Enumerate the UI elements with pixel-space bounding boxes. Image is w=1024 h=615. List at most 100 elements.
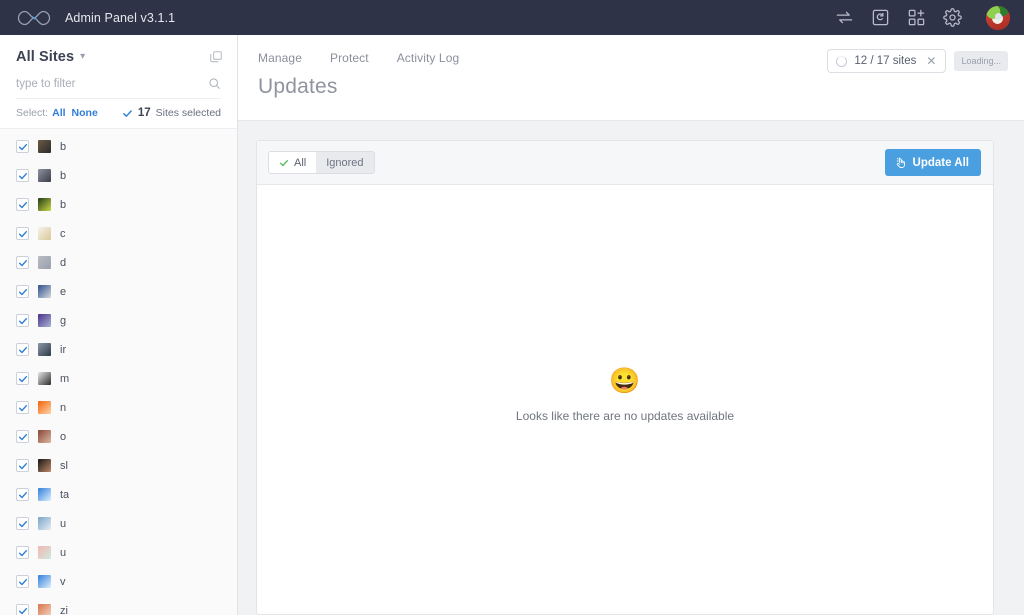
site-checkbox[interactable] [16, 430, 29, 443]
site-name: n [60, 401, 67, 414]
gear-icon[interactable] [943, 8, 962, 27]
check-icon [18, 346, 27, 353]
site-favicon [38, 430, 51, 443]
top-navigation-bar: Admin Panel v3.1.1 [0, 0, 1024, 35]
selected-count-number: 17 [137, 107, 151, 119]
site-checkbox[interactable] [16, 372, 29, 385]
site-favicon [38, 314, 51, 327]
site-list-item[interactable]: c [0, 219, 237, 248]
filter-input[interactable] [16, 77, 208, 90]
image-refresh-icon[interactable] [871, 8, 890, 27]
update-all-button[interactable]: Update All [884, 149, 981, 176]
select-all-link[interactable]: All [52, 107, 65, 119]
site-checkbox[interactable] [16, 256, 29, 269]
select-none-link[interactable]: None [72, 107, 98, 119]
tab-manage[interactable]: Manage [258, 51, 302, 65]
segment-label: Ignored [326, 156, 364, 169]
empty-state-message: Looks like there are no updates availabl… [515, 408, 735, 423]
site-name: g [60, 314, 67, 327]
site-checkbox[interactable] [16, 343, 29, 356]
site-checkbox[interactable] [16, 575, 29, 588]
site-list[interactable]: b b b c d e g ir m n o sl ta u u v zi [0, 129, 237, 615]
site-list-item[interactable]: g [0, 306, 237, 335]
site-list-item[interactable]: o [0, 422, 237, 451]
site-list-item[interactable]: n [0, 393, 237, 422]
segment-ignored[interactable]: Ignored [316, 152, 374, 173]
sidebar-filter[interactable] [16, 77, 221, 99]
site-checkbox[interactable] [16, 488, 29, 501]
site-list-item[interactable]: v [0, 567, 237, 596]
site-list-item[interactable]: e [0, 277, 237, 306]
segment-all[interactable]: All [269, 152, 317, 173]
tab-activity-log[interactable]: Activity Log [397, 51, 460, 65]
check-icon [18, 259, 27, 266]
site-checkbox[interactable] [16, 314, 29, 327]
sidebar-title-group[interactable]: All Sites ▾ [16, 48, 85, 66]
updates-panel: All Ignored Update All 😀 Looks like there… [256, 140, 994, 615]
site-list-item[interactable]: d [0, 248, 237, 277]
sidebar-header: All Sites ▾ [0, 35, 237, 66]
check-icon [18, 520, 27, 527]
check-icon [18, 230, 27, 237]
filter-segmented-control[interactable]: All Ignored [268, 151, 375, 174]
main-content: Manage Protect Activity Log Updates 12 / 1… [238, 35, 1024, 615]
site-list-item[interactable]: ta [0, 480, 237, 509]
check-icon [18, 578, 27, 585]
site-list-item[interactable]: b [0, 161, 237, 190]
loading-badge: Loading... [954, 51, 1008, 71]
add-grid-icon[interactable] [907, 8, 926, 27]
site-list-item[interactable]: b [0, 190, 237, 219]
site-list-item[interactable]: m [0, 364, 237, 393]
transfer-icon[interactable] [835, 8, 854, 27]
selected-count-suffix: Sites selected [155, 107, 221, 119]
header-actions: 12 / 17 sites ✕ Loading... [827, 49, 1008, 73]
site-checkbox[interactable] [16, 227, 29, 240]
brand[interactable]: Admin Panel v3.1.1 [14, 7, 175, 29]
site-list-item[interactable]: b [0, 132, 237, 161]
site-checkbox[interactable] [16, 285, 29, 298]
site-name: b [60, 140, 67, 153]
check-icon [18, 491, 27, 498]
topnav-actions [835, 5, 1014, 30]
site-list-item[interactable]: zi [0, 596, 237, 615]
site-checkbox[interactable] [16, 517, 29, 530]
click-hand-icon [896, 157, 905, 168]
site-favicon [38, 604, 51, 615]
close-icon[interactable]: ✕ [926, 55, 936, 67]
site-checkbox[interactable] [16, 401, 29, 414]
site-favicon [38, 227, 51, 240]
avatar-face [994, 12, 1003, 20]
wordpress-favicon [38, 256, 51, 269]
select-row: Select: All None 17 Sites selected [0, 99, 237, 129]
main-header: Manage Protect Activity Log Updates 12 / 1… [238, 35, 1024, 121]
sites-filter-pill[interactable]: 12 / 17 sites ✕ [827, 49, 947, 73]
site-list-item[interactable]: ir [0, 335, 237, 364]
sites-pill-text: 12 / 17 sites [854, 55, 917, 67]
site-checkbox[interactable] [16, 169, 29, 182]
site-list-item[interactable]: u [0, 538, 237, 567]
check-icon [18, 404, 27, 411]
site-favicon [38, 546, 51, 559]
check-icon [18, 462, 27, 469]
check-icon [18, 201, 27, 208]
site-checkbox[interactable] [16, 140, 29, 153]
sidebar: All Sites ▾ Select: All None 17 Sites sel… [0, 35, 238, 615]
site-checkbox[interactable] [16, 546, 29, 559]
selected-count: 17 Sites selected [122, 107, 221, 119]
site-checkbox[interactable] [16, 604, 29, 615]
site-name: u [60, 546, 67, 559]
site-name: c [60, 227, 66, 240]
site-list-item[interactable]: sl [0, 451, 237, 480]
site-name: u [60, 517, 67, 530]
search-icon[interactable] [208, 77, 221, 90]
site-checkbox[interactable] [16, 198, 29, 211]
infinity-logo-icon [17, 10, 51, 25]
app-title: Admin Panel v3.1.1 [65, 10, 176, 25]
avatar[interactable] [986, 5, 1010, 30]
copy-layers-icon[interactable] [209, 50, 223, 64]
site-list-item[interactable]: u [0, 509, 237, 538]
site-checkbox[interactable] [16, 459, 29, 472]
site-name: ir [60, 343, 67, 356]
tab-protect[interactable]: Protect [330, 51, 369, 65]
check-icon [18, 375, 27, 382]
